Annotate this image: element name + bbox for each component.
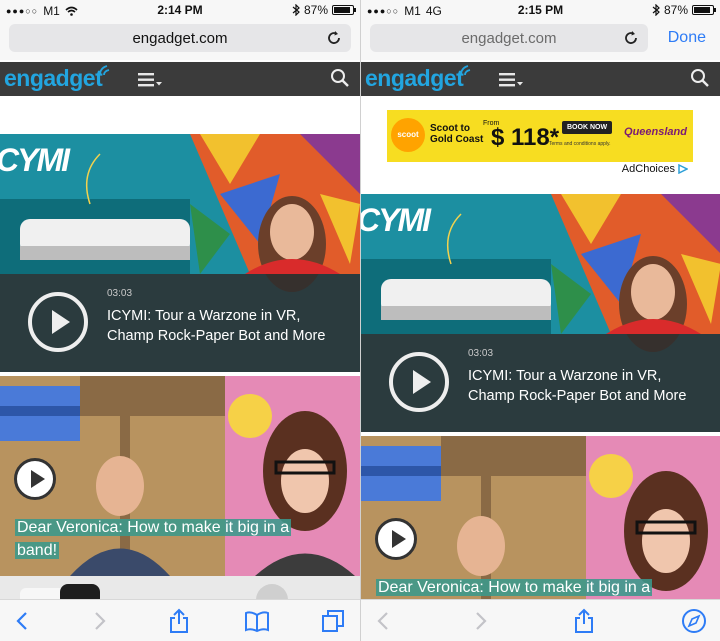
adchoices-label: AdChoices	[621, 163, 675, 175]
ad-brand-logo: scoot	[391, 118, 425, 152]
address-bar-area: engadget.com	[0, 20, 360, 60]
screen-right: ●●●○○ M1 4G 2:15 PM 87% engadget.com Don…	[360, 0, 720, 641]
site-header: engadget	[361, 62, 720, 96]
address-bar[interactable]: engadget.com	[9, 24, 351, 52]
screen-left: ●●●○○ M1 2:14 PM 87% engadget.com engadg…	[0, 0, 360, 641]
forward-icon[interactable]	[467, 608, 493, 634]
menu-icon[interactable]	[138, 73, 162, 87]
bluetooth-icon	[292, 4, 300, 16]
search-icon[interactable]	[690, 68, 710, 88]
play-button[interactable]	[389, 352, 449, 412]
ad-book-now-button[interactable]: BOOK NOW	[562, 121, 613, 134]
back-icon[interactable]	[10, 608, 36, 634]
page-content: scoot Scoot to Gold Coast From $ 118* BO…	[361, 96, 720, 599]
share-icon[interactable]	[571, 608, 597, 634]
video-title[interactable]: ICYMI: Tour a Warzone in VR, Champ Rock-…	[107, 306, 346, 346]
tabs-icon[interactable]	[320, 608, 346, 634]
bookmarks-icon[interactable]	[244, 608, 270, 634]
battery-percent: 87%	[663, 3, 688, 17]
next-card-peek	[0, 576, 360, 599]
status-bar: ●●●○○ M1 2:14 PM 87%	[0, 0, 360, 20]
share-icon[interactable]	[166, 608, 192, 634]
battery-icon	[692, 5, 716, 15]
play-icon	[392, 530, 406, 548]
reload-icon[interactable]	[326, 30, 342, 46]
battery-icon	[332, 5, 356, 15]
video-info-overlay: 03:03 ICYMI: Tour a Warzone in VR, Champ…	[0, 274, 360, 372]
ad-terms: *Terms and conditions apply.	[547, 141, 611, 147]
video-duration: 03:03	[468, 348, 494, 359]
play-icon	[413, 370, 431, 394]
address-bar-area: engadget.com Done	[361, 20, 720, 60]
battery-percent: 87%	[303, 3, 328, 17]
status-right: 87%	[292, 3, 356, 17]
menu-icon[interactable]	[499, 73, 523, 87]
play-button[interactable]	[375, 518, 417, 560]
adchoices-link[interactable]: AdChoices	[622, 163, 688, 175]
site-logo[interactable]: engadget	[4, 65, 103, 92]
compass-icon[interactable]	[681, 608, 707, 634]
forward-icon[interactable]	[86, 608, 112, 634]
video-title[interactable]: ICYMI: Tour a Warzone in VR, Champ Rock-…	[468, 366, 707, 406]
play-button[interactable]	[14, 458, 56, 500]
search-icon[interactable]	[330, 68, 350, 88]
article-title[interactable]: Dear Veronica: How to make it big in a b…	[15, 516, 320, 562]
back-icon[interactable]	[371, 608, 397, 634]
reload-icon[interactable]	[623, 30, 639, 46]
video-card-dear-veronica[interactable]: Dear Veronica: How to make it big in a	[361, 436, 720, 599]
video-card-icymi[interactable]: CYMI 03:03 ICYMI: Tour a Warzone in VR, …	[361, 194, 720, 432]
article-title-text: Dear Veronica: How to make it big in a b…	[15, 519, 292, 559]
cymi-title-graphic: CYMI	[0, 142, 70, 178]
adchoices-icon	[678, 164, 688, 174]
address-bar[interactable]: engadget.com	[370, 24, 648, 52]
url-text: engadget.com	[461, 30, 557, 47]
bluetooth-icon	[652, 4, 660, 16]
video-info-overlay: 03:03 ICYMI: Tour a Warzone in VR, Champ…	[361, 334, 720, 432]
status-right: 87%	[652, 3, 716, 17]
article-title-text: Dear Veronica: How to make it big in a	[376, 579, 653, 596]
cymi-title-graphic: CYMI	[361, 202, 431, 238]
video-card-dear-veronica[interactable]: Dear Veronica: How to make it big in a b…	[0, 376, 360, 576]
url-text: engadget.com	[132, 30, 228, 47]
browser-toolbar	[361, 599, 720, 641]
status-bar: ●●●○○ M1 4G 2:15 PM 87%	[361, 0, 720, 20]
page-content: CYMI 03:03 ICYMI: Tour a Warzone in VR, …	[0, 96, 360, 599]
ad-headline: Scoot to Gold Coast	[430, 123, 484, 145]
ad-banner[interactable]: scoot Scoot to Gold Coast From $ 118* BO…	[387, 110, 693, 162]
browser-toolbar	[0, 599, 360, 641]
site-logo[interactable]: engadget	[365, 65, 464, 92]
video-thumbnail	[361, 436, 720, 599]
site-header: engadget	[0, 62, 360, 96]
battery-fill	[694, 7, 710, 13]
ad-partner-logo: Queensland	[624, 126, 687, 138]
logo-wave-icon	[99, 65, 110, 76]
play-icon	[52, 310, 70, 334]
video-card-icymi[interactable]: CYMI 03:03 ICYMI: Tour a Warzone in VR, …	[0, 134, 360, 372]
play-button[interactable]	[28, 292, 88, 352]
ad-price: $ 118*	[491, 124, 560, 151]
done-button[interactable]: Done	[668, 29, 706, 47]
article-title[interactable]: Dear Veronica: How to make it big in a	[376, 576, 681, 599]
video-duration: 03:03	[107, 288, 133, 299]
battery-fill	[334, 7, 350, 13]
play-icon	[31, 470, 45, 488]
logo-wave-icon	[460, 65, 471, 76]
